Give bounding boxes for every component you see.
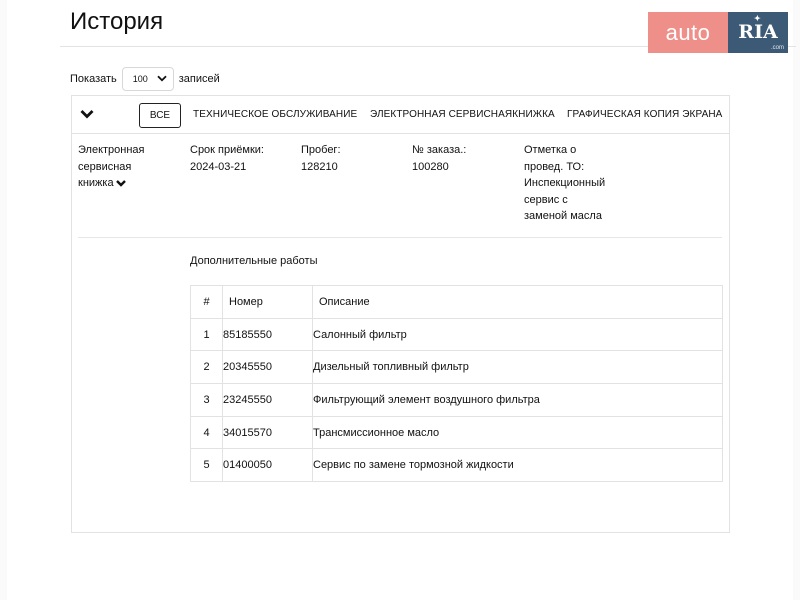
per-page-value: 100 bbox=[132, 74, 148, 84]
history-card: ВСЕ ТЕХНИЧЕСКОЕ ОБСЛУЖИВАНИЕ ЭЛЕКТРОННАЯ… bbox=[71, 95, 730, 533]
tab-maintenance[interactable]: ТЕХНИЧЕСКОЕ ОБСЛУЖИВАНИЕ bbox=[193, 109, 357, 120]
acceptance-date-value: 2024-03-21 bbox=[190, 160, 247, 173]
service-note-line: Отметка о bbox=[524, 144, 577, 156]
row-index: 2 bbox=[190, 350, 223, 385]
mileage-label: Пробег: bbox=[301, 144, 341, 156]
column-header-part-number: Номер bbox=[222, 285, 313, 319]
collapse-chevron-icon[interactable] bbox=[80, 107, 94, 121]
service-note-line: сервис с bbox=[524, 193, 568, 206]
record-type-line: Электронная bbox=[78, 144, 145, 156]
section-divider bbox=[78, 237, 722, 238]
tab-all[interactable]: ВСЕ bbox=[139, 103, 181, 128]
logo-star-icon: ✦ bbox=[754, 13, 761, 23]
row-description: Трансмиссионное масло bbox=[312, 415, 723, 450]
table-row: 4 34015570 Трансмиссионное масло bbox=[190, 415, 723, 450]
acceptance-date-label: Срок приёмки: bbox=[190, 144, 264, 156]
logo-domain-text: .com bbox=[770, 45, 784, 51]
extra-works-table: # Номер Описание 1 85185550 Салонный фил… bbox=[190, 285, 723, 483]
order-number-value: 100280 bbox=[412, 160, 449, 173]
row-description: Фильтрующий элемент воздушного фильтра bbox=[312, 383, 723, 417]
per-page-select[interactable]: 100 bbox=[121, 67, 174, 91]
row-part-number: 85185550 bbox=[222, 317, 313, 352]
tab-electronic-service-book[interactable]: ЭЛЕКТРОННАЯ СЕРВИСНАЯКНИЖКА bbox=[370, 109, 555, 120]
logo-ria-block: RIA ✦ .com bbox=[728, 12, 788, 53]
record-type[interactable]: Электронная сервисная книжка bbox=[78, 142, 145, 192]
show-label: Показать bbox=[70, 73, 117, 85]
extra-works-title: Дополнительные работы bbox=[190, 255, 318, 267]
table-row: 3 23245550 Фильтрующий элемент воздушног… bbox=[190, 383, 723, 417]
records-label: записей bbox=[178, 73, 220, 85]
table-header-row: # Номер Описание bbox=[190, 285, 723, 319]
service-note-line: провед. ТО: bbox=[524, 160, 585, 173]
filter-tabs: ВСЕ ТЕХНИЧЕСКОЕ ОБСЛУЖИВАНИЕ ЭЛЕКТРОННАЯ… bbox=[72, 96, 729, 134]
row-part-number: 34015570 bbox=[222, 415, 313, 450]
tab-screen-copy[interactable]: ГРАФИЧЕСКАЯ КОПИЯ ЭКРАНА bbox=[567, 109, 722, 120]
autoria-logo[interactable]: auto RIA ✦ .com bbox=[648, 12, 788, 53]
row-index: 4 bbox=[190, 415, 223, 450]
row-part-number: 20345550 bbox=[222, 350, 313, 385]
service-note: Отметка о провед. ТО: Инспекционный серв… bbox=[524, 142, 605, 225]
row-description: Салонный фильтр bbox=[312, 317, 723, 352]
column-header-description: Описание bbox=[312, 285, 723, 319]
table-row: 1 85185550 Салонный фильтр bbox=[190, 317, 723, 352]
mileage: Пробег: 128210 bbox=[301, 142, 341, 175]
table-row: 5 01400050 Сервис по замене тормозной жи… bbox=[190, 448, 723, 483]
page-title: История bbox=[70, 8, 164, 35]
record-type-line: книжка bbox=[78, 175, 145, 192]
logo-ria-text: RIA bbox=[738, 21, 778, 43]
row-part-number: 01400050 bbox=[222, 448, 313, 483]
acceptance-date: Срок приёмки: 2024-03-21 bbox=[190, 142, 264, 175]
service-note-line: заменой масла bbox=[524, 210, 602, 222]
row-description: Дизельный топливный фильтр bbox=[312, 350, 723, 385]
record-type-line: сервисная bbox=[78, 160, 132, 173]
row-part-number: 23245550 bbox=[222, 383, 313, 417]
order-number-label: № заказа.: bbox=[412, 144, 467, 156]
records-per-page: Показать 100 записей bbox=[70, 67, 220, 91]
table-row: 2 20345550 Дизельный топливный фильтр bbox=[190, 350, 723, 385]
column-header-number: # bbox=[190, 285, 223, 319]
order-number: № заказа.: 100280 bbox=[412, 142, 466, 175]
service-note-line: Инспекционный bbox=[524, 177, 606, 189]
chevron-down-icon[interactable] bbox=[115, 178, 126, 188]
chevron-down-icon bbox=[157, 74, 167, 85]
row-index: 1 bbox=[190, 317, 223, 352]
row-index: 3 bbox=[190, 383, 223, 417]
mileage-value: 128210 bbox=[301, 160, 338, 173]
logo-auto-text: auto bbox=[648, 12, 728, 53]
row-index: 5 bbox=[190, 448, 223, 483]
row-description: Сервис по замене тормозной жидкости bbox=[312, 448, 723, 483]
